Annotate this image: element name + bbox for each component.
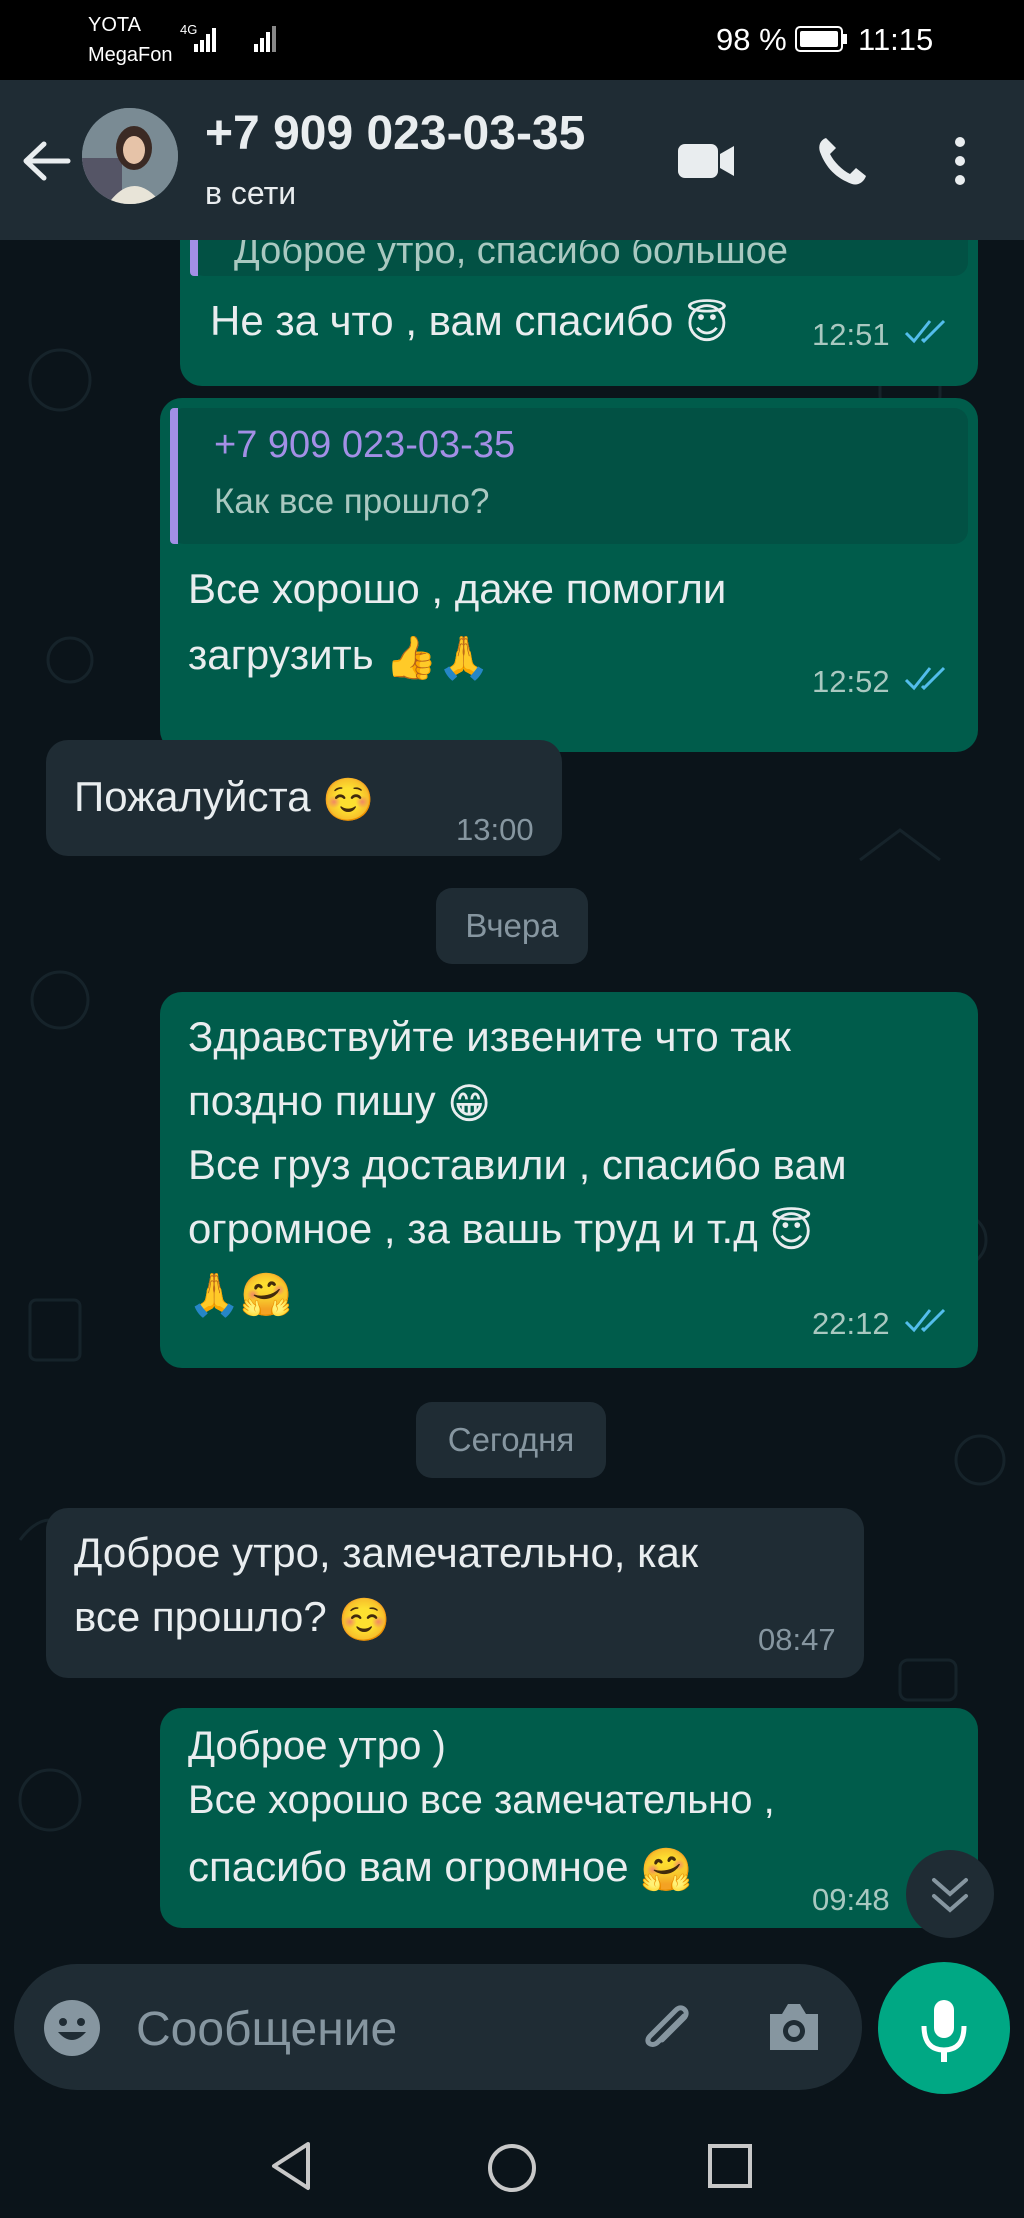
message-text: Не за что , вам спасибо 😇 xyxy=(210,288,729,357)
voice-record-button[interactable] xyxy=(878,1962,1010,2094)
double-check-icon xyxy=(904,1308,946,1333)
message-text-line: Здравствуйте извените что так xyxy=(188,1013,791,1060)
message-bubble-outgoing[interactable]: +7 909 023-03-35 Как все прошло? Все хор… xyxy=(160,398,978,752)
emoji: 😁 xyxy=(447,1079,492,1127)
status-time: 11:15 xyxy=(858,22,934,57)
double-check-icon xyxy=(904,666,946,691)
battery-icon xyxy=(795,26,847,52)
emoji-icon[interactable] xyxy=(42,1998,102,2058)
video-call-icon[interactable] xyxy=(676,138,736,184)
nav-back-icon[interactable] xyxy=(268,2140,316,2192)
message-bubble-outgoing[interactable]: Здравствуйте извените что так поздно пиш… xyxy=(160,992,978,1368)
avatar-image xyxy=(82,108,178,204)
emoji: ☺️ xyxy=(322,775,375,823)
emoji: ☺️ xyxy=(338,1595,391,1643)
contact-name[interactable]: +7 909 023-03-35 xyxy=(205,106,585,161)
back-arrow-icon[interactable] xyxy=(20,136,74,186)
message-bubble-incoming[interactable]: Доброе утро, замечательно, как все прошл… xyxy=(46,1508,864,1678)
message-text-line: Все груз доставили , спасибо вам xyxy=(188,1141,847,1188)
operator-name-1: YOTA xyxy=(88,14,141,36)
message-text-line: Все хорошо все замечательно , xyxy=(188,1778,775,1822)
message-bubble-outgoing[interactable]: Доброе утро ) Все хорошо все замечательн… xyxy=(160,1708,978,1928)
phone-icon[interactable] xyxy=(814,134,868,188)
message-time: 12:51 xyxy=(812,317,890,352)
message-text-line: загрузить 👍🙏 xyxy=(188,622,490,691)
nav-recents-icon[interactable] xyxy=(706,2142,754,2190)
navigation-bar xyxy=(0,2110,1024,2218)
emoji: 😇 xyxy=(685,299,729,347)
status-bar: YOTA MegaFon 4G 98 % 11:15 xyxy=(0,0,1024,80)
message-time: 22:12 xyxy=(812,1306,890,1341)
message-time: 12:52 xyxy=(812,664,890,699)
message-text-line: спасибо вам огромное 🤗 xyxy=(188,1834,693,1903)
date-divider: Сегодня xyxy=(416,1402,606,1478)
message-text-line: огромное , за вашь труд и т.д 😇 xyxy=(188,1196,813,1265)
operator-name-2: MegaFon xyxy=(88,44,173,66)
avatar[interactable] xyxy=(82,108,178,204)
quote-author: +7 909 023-03-35 xyxy=(214,424,516,466)
message-time: 09:48 xyxy=(812,1882,890,1917)
emoji: 😇 xyxy=(769,1207,814,1255)
quote-bar xyxy=(170,408,178,544)
battery-percent: 98 % xyxy=(716,22,787,57)
emoji: 🤗 xyxy=(640,1845,693,1893)
scroll-to-bottom-button[interactable] xyxy=(906,1850,994,1938)
double-check-icon xyxy=(904,319,946,344)
message-bubble-outgoing[interactable]: Доброе утро, спасибо большое Не за что ,… xyxy=(180,240,978,386)
message-time: 08:47 xyxy=(758,1622,836,1657)
quote-bar xyxy=(190,240,198,276)
message-text-line: Все хорошо , даже помогли xyxy=(188,565,727,612)
camera-icon[interactable] xyxy=(764,2000,824,2054)
message-time: 13:00 xyxy=(456,812,534,847)
more-vert-icon[interactable] xyxy=(948,134,972,188)
nav-home-icon[interactable] xyxy=(486,2142,538,2194)
emoji: 👍🙏 xyxy=(385,633,490,681)
message-text-line: все прошло? ☺️ xyxy=(74,1584,391,1653)
quoted-message[interactable]: Доброе утро, спасибо большое xyxy=(190,240,968,276)
quoted-message[interactable]: +7 909 023-03-35 Как все прошло? xyxy=(170,408,968,544)
date-divider: Вчера xyxy=(436,888,588,964)
quote-text: Как все прошло? xyxy=(214,482,490,521)
emoji: 🙏🤗 xyxy=(188,1271,293,1318)
contact-status: в сети xyxy=(205,175,297,211)
attach-icon[interactable] xyxy=(636,1998,700,2058)
message-text-line: поздно пишу 😁 xyxy=(188,1068,491,1137)
signal-icon xyxy=(194,26,276,52)
message-text-line: Доброе утро ) xyxy=(188,1724,446,1768)
mic-icon xyxy=(921,2000,967,2062)
message-text-line: Доброе утро, замечательно, как xyxy=(74,1529,699,1576)
message-text: Пожалуйста ☺️ xyxy=(74,764,375,833)
chevron-double-down-icon xyxy=(932,1878,968,1913)
message-bubble-incoming[interactable]: Пожалуйста ☺️ 13:00 xyxy=(46,740,562,856)
chat-area[interactable]: Доброе утро, спасибо большое Не за что ,… xyxy=(0,240,1024,1970)
message-input[interactable]: Сообщение xyxy=(136,2002,397,2057)
quote-text: Доброе утро, спасибо большое xyxy=(234,240,788,272)
